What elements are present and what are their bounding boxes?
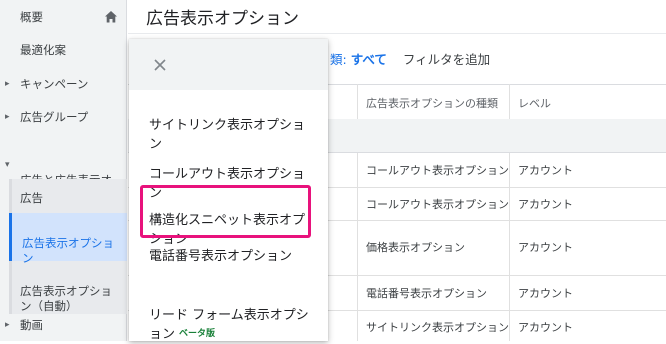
sidebar-subitem-auto-extensions[interactable]: 広告表示オプショ ン（自動） [12, 269, 127, 314]
filter-chip-all[interactable]: すべて [351, 52, 387, 67]
sidebar-item-label: 動画 [20, 318, 43, 332]
home-icon[interactable] [104, 10, 118, 24]
filter-bar: 類: すべて フィルタを追加 [330, 49, 490, 68]
menu-item-lead-form[interactable]: リード フォーム表示オプシ ョン ベータ版 [149, 287, 319, 344]
cell-type: コールアウト表示オプション [366, 198, 509, 211]
page-title: 広告表示オプション [146, 9, 299, 29]
highlight-annotation [140, 185, 311, 238]
menu-item-label: リード フォーム表示オプシ ョン [149, 308, 309, 342]
sidebar-item-ad-groups[interactable]: ▸ 広告グループ [0, 110, 127, 125]
chevron-right-icon: ▸ [5, 112, 10, 122]
sidebar: 概要 最適化案 ▸ キャンペーン ▸ 広告グループ ▾ 広告と広告表示オ プショ… [0, 0, 127, 341]
close-icon[interactable] [153, 58, 167, 72]
sidebar-item-recommendations[interactable]: 最適化案 [0, 43, 127, 58]
sidebar-item-videos[interactable]: ▸ 動画 [0, 318, 127, 333]
column-header-level[interactable]: レベル [518, 95, 551, 111]
cell-type: 電話番号表示オプション [366, 287, 487, 300]
chevron-down-icon: ▾ [5, 160, 10, 170]
sidebar-submenu: 広告 広告表示オプショ ン 広告表示オプショ ン（自動） [9, 179, 127, 314]
chevron-right-icon: ▸ [5, 79, 10, 89]
sidebar-item-label: 広告グループ [20, 110, 89, 124]
menu-item-call[interactable]: 電話番号表示オプション [149, 247, 319, 266]
column-header-type[interactable]: 広告表示オプションの種類 [366, 95, 498, 111]
sidebar-subitem-ads[interactable]: 広告 [12, 191, 127, 206]
filter-prefix: 類: [330, 52, 347, 67]
cell-type: コールアウト表示オプション [366, 164, 509, 177]
sidebar-item-label: 最適化案 [20, 43, 66, 57]
add-filter-button[interactable]: フィルタを追加 [403, 52, 490, 67]
cell-level: アカウント [518, 164, 573, 177]
sidebar-subitem-extensions[interactable]: 広告表示オプショ ン [9, 213, 127, 265]
cell-level: アカウント [518, 241, 573, 254]
sidebar-subitem-label: 広告表示オプショ ン（自動） [20, 284, 112, 313]
chevron-right-icon: ▸ [5, 320, 10, 330]
cell-level: アカウント [518, 321, 573, 334]
sidebar-subitem-label: 広告表示オプショ ン [22, 236, 114, 265]
cell-level: アカウント [518, 198, 573, 211]
divider [128, 33, 666, 34]
sidebar-item-label: 概要 [20, 10, 43, 24]
menu-header [129, 39, 328, 90]
sidebar-item-campaigns[interactable]: ▸ キャンペーン [0, 77, 127, 92]
cell-level: アカウント [518, 287, 573, 300]
cell-type: 価格表示オプション [366, 241, 465, 254]
menu-item-label: 電話番号表示オプション [149, 249, 293, 264]
beta-badge: ベータ版 [179, 329, 216, 339]
sidebar-item-label: キャンペーン [20, 77, 89, 91]
sidebar-subitem-label: 広告 [20, 191, 43, 205]
cell-type: サイトリンク表示オプション [366, 321, 509, 334]
